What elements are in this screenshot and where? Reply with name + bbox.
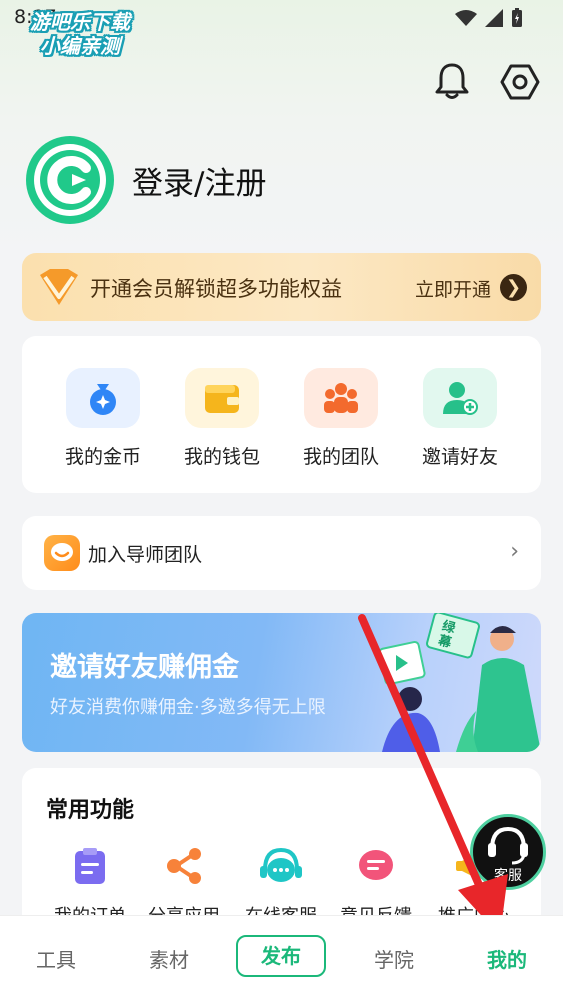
vip-activate-button[interactable]: 立即开通 (415, 275, 491, 302)
avatar[interactable] (24, 134, 116, 226)
invite-banner-subtitle: 好友消费你赚佣金·多邀多得无上限 (50, 697, 326, 718)
battery-icon (512, 8, 522, 27)
quick-action-label: 我的金币 (64, 446, 141, 468)
annotation-arrow (358, 614, 508, 936)
chevron-right-icon: › (510, 539, 519, 564)
common-functions-title: 常用功能 (46, 798, 135, 823)
nav-academy[interactable]: 学院 (348, 944, 440, 973)
invite-banner-title: 邀请好友赚佣金 (50, 652, 239, 683)
add-friend-icon (443, 382, 478, 415)
quick-action-wallet[interactable]: 我的钱包 (163, 368, 281, 469)
quick-action-label: 邀请好友 (421, 446, 498, 468)
watermark: 游吧乐下载 小编亲测 (30, 10, 130, 58)
vip-banner[interactable]: 开通会员解锁超多功能权益 立即开通 ❯ (22, 253, 541, 321)
nav-mine[interactable]: 我的 (461, 944, 553, 973)
vip-banner-text: 开通会员解锁超多功能权益 (90, 277, 342, 301)
bell-icon[interactable] (434, 62, 470, 100)
team-icon (324, 383, 358, 413)
nav-tools[interactable]: 工具 (10, 944, 102, 973)
wallet-icon (205, 385, 239, 413)
order-icon (75, 848, 105, 884)
settings-icon[interactable] (500, 62, 540, 102)
bottom-navigation: 工具 素材 发布 学院 我的 (0, 915, 563, 1001)
quick-action-invite[interactable]: 邀请好友 (401, 368, 519, 469)
share-icon (167, 848, 201, 884)
coin-bag-icon (90, 384, 116, 415)
signal-icon (485, 9, 503, 27)
vip-diamond-icon (40, 269, 78, 305)
quick-action-team[interactable]: 我的团队 (282, 368, 400, 469)
quick-action-label: 我的钱包 (183, 446, 260, 468)
login-register-link[interactable]: 登录/注册 (132, 158, 266, 203)
join-mentor-team-row[interactable]: 加入导师团队 › (22, 516, 541, 590)
quick-action-label: 我的团队 (302, 446, 379, 468)
chevron-right-icon[interactable]: ❯ (500, 274, 527, 301)
wifi-icon (455, 10, 477, 26)
mentor-label: 加入导师团队 (88, 544, 203, 566)
headset-icon (260, 847, 302, 882)
quick-action-coins[interactable]: 我的金币 (44, 368, 162, 469)
quick-actions-card: 我的金币 我的钱包 我的团队 邀请好友 (22, 336, 541, 493)
nav-materials[interactable]: 素材 (123, 944, 215, 973)
status-icons (455, 8, 523, 28)
chat-bubble-icon (44, 535, 80, 571)
nav-publish[interactable]: 发布 (236, 935, 326, 977)
